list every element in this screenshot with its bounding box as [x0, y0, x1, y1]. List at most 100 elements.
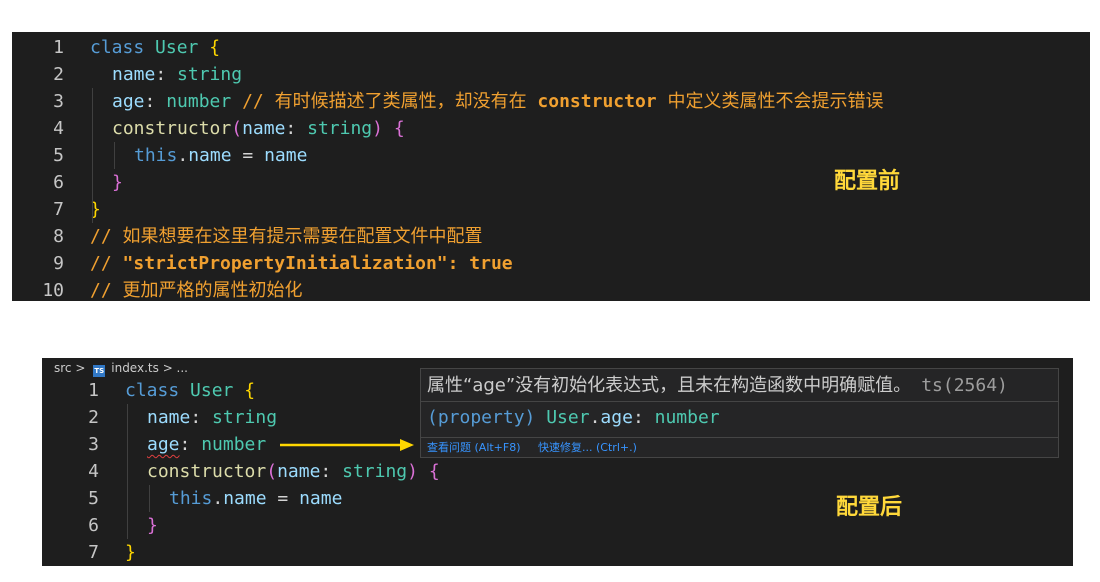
code-token: age: [112, 91, 145, 112]
signature-token: .: [589, 407, 601, 428]
signature-token: :: [632, 407, 655, 428]
arrow-pointer: [280, 439, 414, 451]
code-token: (: [231, 118, 243, 139]
code-token: age: [147, 434, 180, 455]
code-token: name: [264, 145, 308, 166]
code-token: User: [190, 380, 245, 401]
line-number: 6: [53, 172, 64, 193]
code-token: :: [320, 461, 343, 482]
indent-guide: [92, 88, 93, 223]
line-number: 5: [88, 488, 99, 509]
code-token: string: [342, 461, 408, 482]
line-number: 1: [88, 380, 99, 401]
code-token: //: [90, 253, 123, 274]
error-message: 属性“age”没有初始化表达式，且未在构造函数中明确赋值。 ts(2564): [427, 373, 1008, 399]
code-token: name: [188, 145, 232, 166]
line-number: 9: [53, 253, 64, 274]
editor-after: src > TS index.ts > ... 1 class User {2 nam…: [42, 358, 1073, 566]
code-token: number: [166, 91, 243, 112]
code-text[interactable]: this.name = name: [134, 142, 307, 169]
tooltip-actions: 查看问题 (Alt+F8) 快速修复... (Ctrl+.): [427, 439, 651, 457]
code-token: User: [155, 37, 210, 58]
view-problem-link[interactable]: 查看问题 (Alt+F8): [427, 441, 521, 454]
code-line[interactable]: 6}: [42, 512, 1073, 539]
code-token: string: [212, 407, 278, 428]
code-line[interactable]: 3 age: number // 有时候描述了类属性，却没有在 construct…: [12, 88, 1090, 115]
code-token: :: [179, 434, 202, 455]
code-token: {: [244, 380, 256, 401]
code-line[interactable]: 2 name: string: [12, 61, 1090, 88]
line-number: 8: [53, 226, 64, 247]
line-number: 1: [53, 37, 64, 58]
signature-token: (property): [427, 407, 547, 428]
code-line[interactable]: 9 // "strictPropertyInitialization": true: [12, 250, 1090, 277]
code-token: constructor: [537, 91, 657, 112]
code-text[interactable]: // 更加严格的属性初始化: [90, 277, 303, 304]
code-text[interactable]: // "strictPropertyInitialization": true: [90, 250, 513, 277]
code-text[interactable]: }: [147, 512, 158, 539]
code-text[interactable]: }: [112, 169, 123, 196]
code-token: :: [285, 118, 308, 139]
line-number: 4: [88, 461, 99, 482]
line-number: 7: [53, 199, 64, 220]
signature-token: number: [654, 407, 720, 428]
code-text[interactable]: class User {: [125, 377, 255, 404]
breadcrumb-tail[interactable]: > ...: [163, 361, 188, 375]
code-token: this: [169, 488, 213, 509]
tooltip-divider: [421, 401, 1058, 402]
code-text[interactable]: age: number: [147, 431, 266, 458]
code-token: :: [144, 91, 167, 112]
code-token: (: [266, 461, 278, 482]
code-line[interactable]: 6}: [12, 169, 1090, 196]
type-signature: (property) User.age: number: [427, 405, 720, 431]
breadcrumb-separator: >: [75, 361, 86, 375]
code-token: name: [242, 118, 286, 139]
code-text[interactable]: this.name = name: [169, 485, 342, 512]
code-line[interactable]: 10 // 更加严格的属性初始化: [12, 277, 1090, 304]
breadcrumb-file[interactable]: index.ts: [111, 361, 159, 375]
code-token: }: [112, 172, 123, 193]
line-number: 6: [88, 515, 99, 536]
code-token: name: [112, 64, 156, 85]
breadcrumb[interactable]: src > TS index.ts > ...: [54, 358, 188, 378]
code-token: .: [177, 145, 189, 166]
indent-guide: [127, 404, 128, 539]
code-token: ): [407, 461, 418, 482]
code-token: name: [223, 488, 267, 509]
code-token: }: [125, 542, 136, 563]
code-text[interactable]: name: string: [112, 61, 242, 88]
quick-fix-link[interactable]: 快速修复... (Ctrl+.): [538, 441, 637, 454]
code-token: number: [201, 434, 267, 455]
code-token: {: [428, 461, 440, 482]
code-text[interactable]: constructor(name: string) {: [112, 115, 405, 142]
code-line[interactable]: 5 this.name = name: [12, 142, 1090, 169]
indent-guide: [114, 142, 115, 169]
code-line[interactable]: 4 constructor(name: string) {: [12, 115, 1090, 142]
code-text[interactable]: class User {: [90, 34, 220, 61]
editor-before: 1 class User {2 name: string 3 age: number /…: [12, 32, 1090, 301]
signature-token: User: [546, 407, 590, 428]
signature-token: age: [600, 407, 633, 428]
code-text[interactable]: name: string: [147, 404, 277, 431]
code-token: =: [231, 145, 265, 166]
code-line[interactable]: 7}: [12, 196, 1090, 223]
code-token: class: [125, 380, 191, 401]
code-line[interactable]: 5 this.name = name: [42, 485, 1073, 512]
typescript-file-icon: TS: [93, 365, 106, 377]
code-text[interactable]: // 如果想要在这里有提示需要在配置文件中配置: [90, 223, 483, 250]
code-token: constructor: [147, 461, 267, 482]
code-line[interactable]: 8 // 如果想要在这里有提示需要在配置文件中配置: [12, 223, 1090, 250]
code-line[interactable]: 1 class User {: [12, 34, 1090, 61]
breadcrumb-folder[interactable]: src: [54, 361, 72, 375]
line-number: 7: [88, 542, 99, 563]
code-token: // 如果想要在这里有提示需要在配置文件中配置: [90, 226, 483, 247]
tooltip-divider: [421, 437, 1058, 438]
code-text[interactable]: constructor(name: string) {: [147, 458, 440, 485]
code-line[interactable]: 4 constructor(name: string) {: [42, 458, 1073, 485]
code-text[interactable]: }: [125, 539, 136, 566]
code-line[interactable]: 7}: [42, 539, 1073, 566]
code-token: {: [393, 118, 405, 139]
code-text[interactable]: age: number // 有时候描述了类属性，却没有在 constructo…: [112, 88, 883, 115]
